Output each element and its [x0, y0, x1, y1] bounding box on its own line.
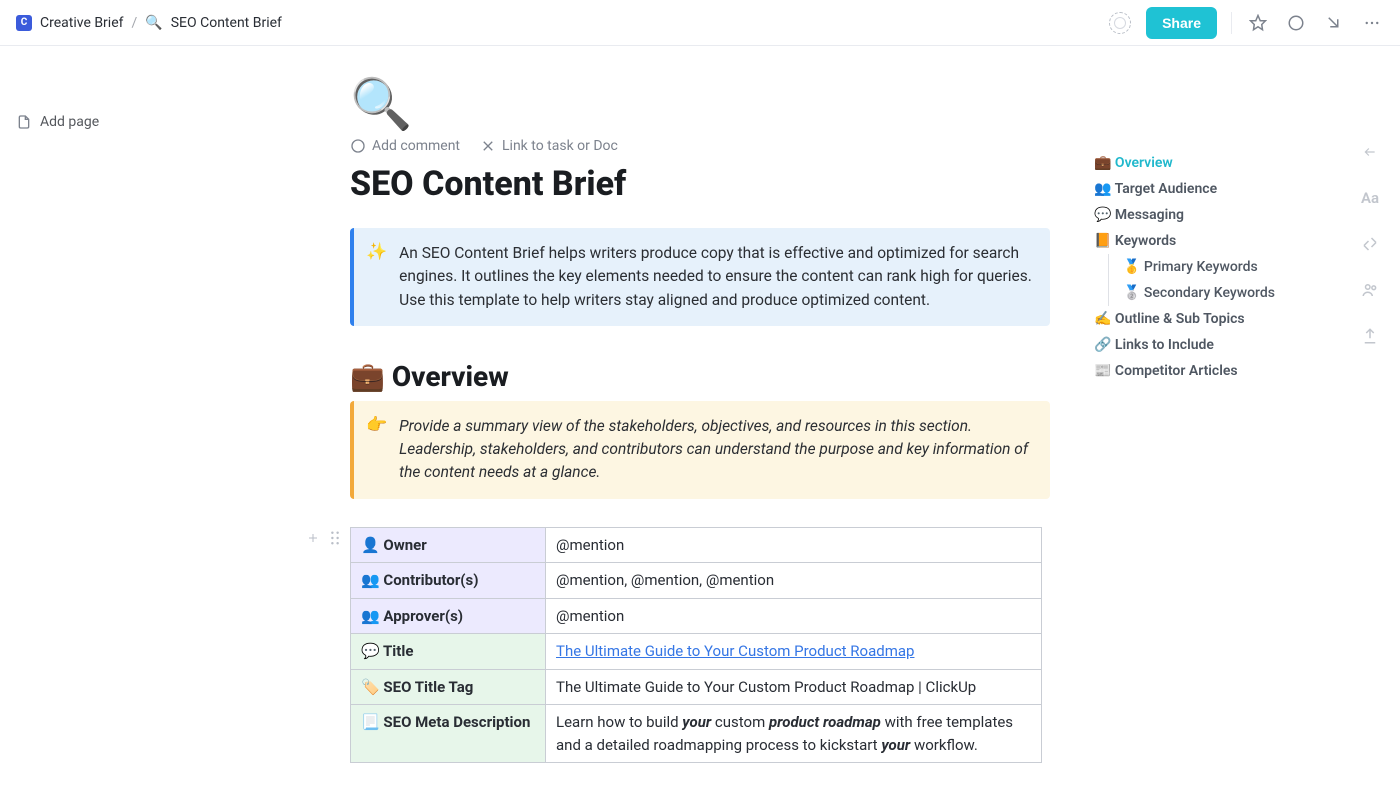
breadcrumb: C Creative Brief / 🔍 SEO Content Brief [16, 15, 282, 31]
table-label-cell: 📃 SEO Meta Description [351, 705, 546, 763]
collapse-toc-icon[interactable] [1360, 142, 1380, 162]
table-row[interactable]: 👥 Approver(s)@mention [351, 598, 1042, 634]
table-label-cell: 👥 Approver(s) [351, 598, 546, 634]
arrows-icon[interactable] [1360, 234, 1380, 254]
clock-icon[interactable] [1108, 11, 1132, 35]
table-row[interactable]: 💬 Title The Ultimate Guide to Your Custom… [351, 634, 1042, 670]
toc-subitem[interactable]: 🥈 Secondary Keywords [1109, 280, 1324, 306]
comment-bubble-icon [350, 138, 366, 154]
table-row[interactable]: 👤 Owner@mention [351, 527, 1042, 563]
download-arrow-icon[interactable] [1322, 11, 1346, 35]
table-value-cell[interactable]: The Ultimate Guide to Your Custom Produc… [546, 669, 1042, 705]
title-actions: Add comment Link to task or Doc [350, 138, 1050, 154]
toc-item[interactable]: 🔗 Links to Include [1094, 332, 1324, 358]
table-row[interactable]: 🏷️ SEO Title TagThe Ultimate Guide to Yo… [351, 669, 1042, 705]
toc-sublist: 🥇 Primary Keywords🥈 Secondary Keywords [1108, 254, 1324, 306]
intro-callout-text: An SEO Content Brief helps writers produ… [399, 242, 1034, 312]
overview-heading-text: Overview [392, 360, 509, 393]
breadcrumb-page-icon: 🔍 [145, 15, 162, 31]
page-title[interactable]: SEO Content Brief [350, 164, 1050, 204]
overview-table[interactable]: 👤 Owner@mention👥 Contributor(s)@mention,… [350, 527, 1042, 764]
table-of-contents: 💼 Overview👥 Target Audience💬 Messaging📙 … [1094, 150, 1324, 384]
add-comment-button[interactable]: Add comment [350, 138, 460, 154]
table-value-cell[interactable]: @mention, @mention, @mention [546, 563, 1042, 599]
title-link[interactable]: The Ultimate Guide to Your Custom Produc… [556, 642, 914, 660]
table-value-cell[interactable]: Learn how to build your custom product r… [546, 705, 1042, 763]
toc-item[interactable]: 👥 Target Audience [1094, 176, 1324, 202]
float-rail: Aa [1360, 142, 1380, 346]
sparkles-icon: ✨ [366, 242, 387, 312]
topbar-right: Share [1108, 7, 1384, 39]
toc-item[interactable]: ✍️ Outline & Sub Topics [1094, 306, 1324, 332]
table-value-cell[interactable]: @mention [546, 527, 1042, 563]
overview-callout-text: Provide a summary view of the stakeholde… [399, 415, 1034, 485]
table-label-cell: 🏷️ SEO Title Tag [351, 669, 546, 705]
table-row[interactable]: 👥 Contributor(s)@mention, @mention, @men… [351, 563, 1042, 599]
table-label-cell: 👥 Contributor(s) [351, 563, 546, 599]
link-icon [480, 138, 496, 154]
pointing-right-icon: 👉 [366, 415, 387, 485]
toc-item[interactable]: 💬 Messaging [1094, 202, 1324, 228]
table-row[interactable]: 📃 SEO Meta DescriptionLearn how to build… [351, 705, 1042, 763]
link-task-button[interactable]: Link to task or Doc [480, 138, 618, 154]
link-task-label: Link to task or Doc [502, 138, 618, 154]
share-button[interactable]: Share [1146, 7, 1217, 39]
breadcrumb-workspace[interactable]: Creative Brief [40, 15, 124, 31]
more-icon[interactable] [1360, 11, 1384, 35]
star-icon[interactable] [1246, 11, 1270, 35]
overview-callout: 👉 Provide a summary view of the stakehol… [350, 401, 1050, 499]
drag-handle-icon[interactable] [328, 531, 342, 545]
add-comment-label: Add comment [372, 138, 460, 154]
page-icon[interactable]: 🔍 [350, 80, 1050, 130]
people-icon[interactable] [1360, 280, 1380, 300]
overview-table-wrap: 👤 Owner@mention👥 Contributor(s)@mention,… [350, 527, 1050, 764]
breadcrumb-separator: / [132, 15, 138, 31]
page-plus-icon [16, 114, 32, 130]
main-content: 🔍 Add comment Link to task or Doc SEO Co… [350, 80, 1050, 763]
row-handles [306, 531, 342, 545]
divider [1231, 12, 1232, 34]
export-icon[interactable] [1360, 326, 1380, 346]
add-row-button[interactable] [306, 531, 320, 545]
add-page-button[interactable]: Add page [16, 114, 99, 130]
toc-item[interactable]: 📰 Competitor Articles [1094, 358, 1324, 384]
overview-heading: 💼 Overview [350, 360, 1050, 393]
topbar: C Creative Brief / 🔍 SEO Content Brief S… [0, 0, 1400, 46]
comment-icon[interactable] [1284, 11, 1308, 35]
breadcrumb-page[interactable]: SEO Content Brief [171, 15, 282, 31]
table-label-cell: 👤 Owner [351, 527, 546, 563]
table-label-cell: 💬 Title [351, 634, 546, 670]
toc-subitem[interactable]: 🥇 Primary Keywords [1109, 254, 1324, 280]
intro-callout: ✨ An SEO Content Brief helps writers pro… [350, 228, 1050, 326]
table-value-cell[interactable]: @mention [546, 598, 1042, 634]
add-page-label: Add page [40, 114, 99, 130]
briefcase-icon: 💼 [350, 360, 385, 393]
table-value-cell[interactable]: The Ultimate Guide to Your Custom Produc… [546, 634, 1042, 670]
toc-item[interactable]: 💼 Overview [1094, 150, 1324, 176]
toc-item[interactable]: 📙 Keywords [1094, 228, 1324, 254]
font-settings-button[interactable]: Aa [1360, 188, 1380, 208]
workspace-icon: C [16, 15, 32, 31]
